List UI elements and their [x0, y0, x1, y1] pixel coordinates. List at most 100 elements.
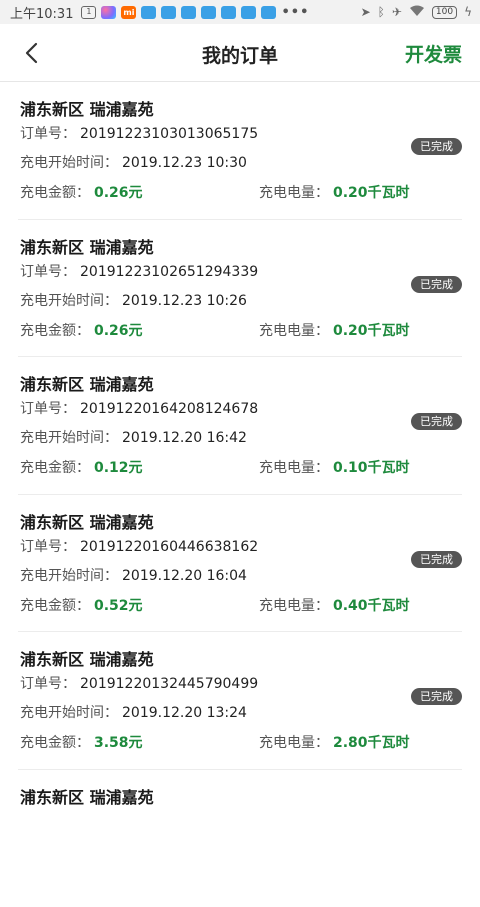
status-badge: 已完成	[411, 551, 462, 568]
energy-row: 充电电量：0.20千瓦时	[259, 320, 410, 340]
order-number-row: 订单号：20191220160446638162	[20, 536, 258, 556]
station-name: 浦东新区 瑞浦嘉苑	[20, 646, 154, 670]
amount-value: 0.26元	[94, 323, 143, 339]
order-number-row: 订单号：20191223103013065175	[20, 123, 258, 143]
energy-row: 充电电量：0.40千瓦时	[259, 595, 410, 615]
start-time: 2019.12.20 16:04	[122, 568, 247, 584]
order-number-row: 订单号：20191220164208124678	[20, 398, 258, 418]
order-list: 浦东新区 瑞浦嘉苑 订单号：20191223103013065175 充电开始时…	[0, 82, 480, 907]
cloud-icon	[141, 6, 156, 19]
energy-label: 充电电量：	[259, 735, 329, 751]
order-card[interactable]: 浦东新区 瑞浦嘉苑 订单号：20191220132445790499 充电开始时…	[18, 632, 462, 770]
cloud-icon	[181, 6, 196, 19]
start-time-label: 充电开始时间：	[20, 430, 118, 446]
location-icon: ➤	[361, 5, 371, 19]
box-icon: 1	[81, 6, 96, 19]
amount-row: 充电金额：0.26元	[20, 320, 143, 340]
order-number-label: 订单号：	[20, 126, 76, 142]
wifi-icon	[409, 5, 425, 20]
amount-label: 充电金额：	[20, 185, 90, 201]
order-number-row: 订单号：20191223102651294339	[20, 261, 258, 281]
amount-label: 充电金额：	[20, 460, 90, 476]
start-time: 2019.12.20 16:42	[122, 430, 247, 446]
energy-label: 充电电量：	[259, 323, 329, 339]
energy-row: 充电电量：0.10千瓦时	[259, 457, 410, 477]
order-number: 20191220132445790499	[80, 676, 258, 692]
energy-value: 0.20千瓦时	[333, 323, 410, 339]
amount-row: 充电金额：3.58元	[20, 732, 143, 752]
order-number: 20191223103013065175	[80, 126, 258, 142]
start-time-label: 充电开始时间：	[20, 155, 118, 171]
order-card[interactable]: 浦东新区 瑞浦嘉苑 订单号：20191223102651294339 充电开始时…	[18, 220, 462, 358]
station-name: 浦东新区 瑞浦嘉苑	[20, 371, 154, 395]
energy-label: 充电电量：	[259, 598, 329, 614]
bluetooth-icon: ᛒ	[378, 5, 385, 19]
order-number: 20191220164208124678	[80, 401, 258, 417]
energy-value: 2.80千瓦时	[333, 735, 410, 751]
order-number-label: 订单号：	[20, 676, 76, 692]
cloud-icon	[221, 6, 236, 19]
cloud-icon	[261, 6, 276, 19]
start-time-row: 充电开始时间：2019.12.23 10:30	[20, 152, 247, 172]
order-card[interactable]: 浦东新区 瑞浦嘉苑 订单号：20191223103013065175 充电开始时…	[18, 82, 462, 220]
start-time-label: 充电开始时间：	[20, 705, 118, 721]
colorful-app-icon	[101, 6, 116, 19]
mi-icon: mi	[121, 6, 136, 19]
station-name: 浦东新区 瑞浦嘉苑	[20, 96, 154, 120]
amount-row: 充电金额：0.52元	[20, 595, 143, 615]
amount-value: 0.26元	[94, 185, 143, 201]
airplane-icon: ✈	[392, 5, 402, 19]
energy-value: 0.20千瓦时	[333, 185, 410, 201]
order-number: 20191223102651294339	[80, 264, 258, 280]
more-notifications-icon: •••	[281, 5, 309, 20]
order-number: 20191220160446638162	[80, 539, 258, 555]
order-number-label: 订单号：	[20, 539, 76, 555]
start-time-row: 充电开始时间：2019.12.20 16:04	[20, 565, 247, 585]
status-right: ➤ ᛒ ✈ 100 ϟ	[361, 5, 472, 20]
order-card[interactable]: 浦东新区 瑞浦嘉苑 订单号：20191220164208124678 充电开始时…	[18, 357, 462, 495]
energy-label: 充电电量：	[259, 185, 329, 201]
issue-invoice-button[interactable]: 开发票	[405, 40, 462, 67]
cloud-icon	[241, 6, 256, 19]
start-time: 2019.12.23 10:30	[122, 155, 247, 171]
charging-icon: ϟ	[464, 5, 472, 19]
battery-icon: 100	[432, 6, 457, 19]
status-badge: 已完成	[411, 688, 462, 705]
station-name: 浦东新区 瑞浦嘉苑	[20, 784, 154, 808]
energy-row: 充电电量：0.20千瓦时	[259, 182, 410, 202]
order-number-row: 订单号：20191220132445790499	[20, 673, 258, 693]
order-card[interactable]: 浦东新区 瑞浦嘉苑 订单号：20191220160446638162 充电开始时…	[18, 495, 462, 633]
station-name: 浦东新区 瑞浦嘉苑	[20, 234, 154, 258]
energy-label: 充电电量：	[259, 460, 329, 476]
start-time-row: 充电开始时间：2019.12.23 10:26	[20, 290, 247, 310]
amount-value: 3.58元	[94, 735, 143, 751]
start-time-row: 充电开始时间：2019.12.20 16:42	[20, 427, 247, 447]
status-left: 上午10:31 1 mi •••	[10, 3, 309, 22]
status-badge: 已完成	[411, 138, 462, 155]
amount-row: 充电金额：0.26元	[20, 182, 143, 202]
cloud-icon	[201, 6, 216, 19]
start-time: 2019.12.23 10:26	[122, 293, 247, 309]
energy-value: 0.40千瓦时	[333, 598, 410, 614]
start-time-row: 充电开始时间：2019.12.20 13:24	[20, 702, 247, 722]
status-time: 上午10:31	[10, 3, 73, 22]
start-time-label: 充电开始时间：	[20, 568, 118, 584]
amount-label: 充电金额：	[20, 598, 90, 614]
start-time: 2019.12.20 13:24	[122, 705, 247, 721]
energy-value: 0.10千瓦时	[333, 460, 410, 476]
station-name: 浦东新区 瑞浦嘉苑	[20, 509, 154, 533]
status-badge: 已完成	[411, 276, 462, 293]
start-time-label: 充电开始时间：	[20, 293, 118, 309]
amount-row: 充电金额：0.12元	[20, 457, 143, 477]
amount-label: 充电金额：	[20, 323, 90, 339]
cloud-icon	[161, 6, 176, 19]
order-number-label: 订单号：	[20, 264, 76, 280]
order-number-label: 订单号：	[20, 401, 76, 417]
status-badge: 已完成	[411, 413, 462, 430]
header: 我的订单 开发票	[0, 24, 480, 82]
energy-row: 充电电量：2.80千瓦时	[259, 732, 410, 752]
amount-value: 0.52元	[94, 598, 143, 614]
status-bar: 上午10:31 1 mi ••• ➤ ᛒ ✈ 100 ϟ	[0, 0, 480, 24]
order-card[interactable]: 浦东新区 瑞浦嘉苑	[18, 770, 462, 907]
amount-value: 0.12元	[94, 460, 143, 476]
